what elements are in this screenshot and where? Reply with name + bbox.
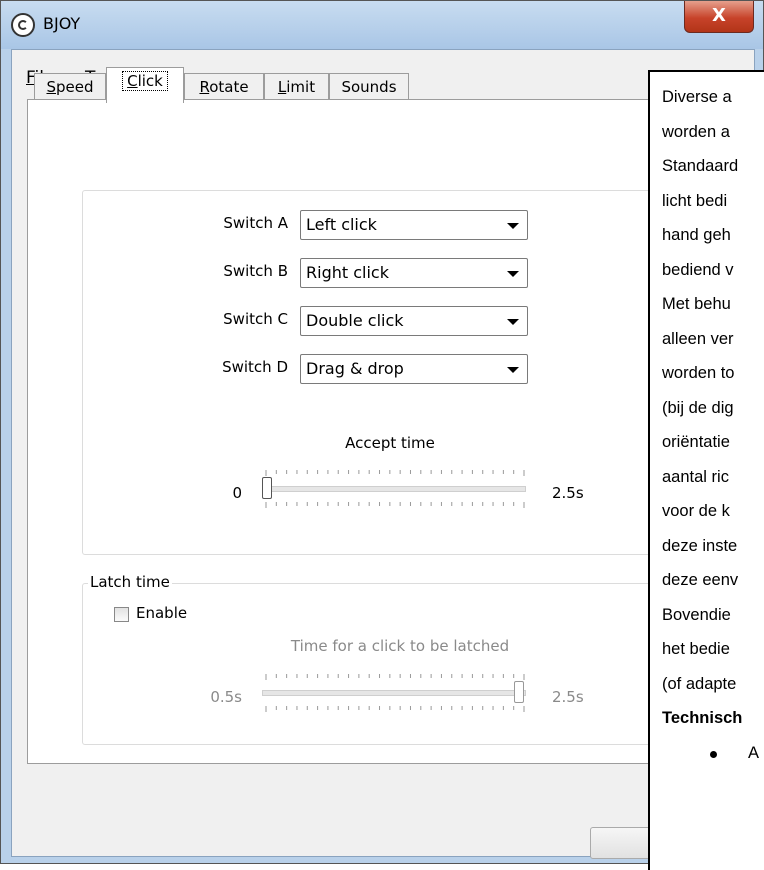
tab-speed-accel: S bbox=[46, 78, 57, 96]
latch-enable-label: Enable bbox=[136, 604, 188, 622]
latch-time-min: 0.5s bbox=[210, 688, 242, 706]
latch-time-ticks-bottom bbox=[265, 706, 525, 712]
latch-enable-checkbox[interactable] bbox=[114, 607, 129, 622]
chevron-down-icon bbox=[507, 319, 519, 325]
tab-limit-accel: L bbox=[277, 78, 287, 96]
document-text-line: worden a bbox=[662, 122, 730, 141]
chevron-down-icon bbox=[507, 271, 519, 277]
switch-a-label: Switch A bbox=[223, 214, 288, 232]
accept-time-max: 2.5s bbox=[552, 484, 584, 502]
switch-c-label: Switch C bbox=[223, 310, 288, 328]
tab-rotate-accel: R bbox=[199, 78, 210, 96]
latch-time-slider[interactable] bbox=[262, 674, 530, 714]
document-text-line: (of adapte bbox=[662, 674, 737, 693]
document-text-line: oriëntatie bbox=[662, 433, 730, 451]
switch-a-value: Left click bbox=[306, 215, 377, 234]
tab-sounds-label: Sounds bbox=[341, 78, 397, 96]
tab-rotate-label: otate bbox=[209, 78, 249, 96]
document-bullet-text: A bbox=[748, 743, 760, 762]
switch-c-select[interactable]: Double click bbox=[300, 306, 528, 336]
tab-limit-label: imit bbox=[286, 78, 316, 96]
title-bar[interactable]: BJOY X bbox=[1, 1, 763, 49]
document-text-line: Bovendie bbox=[662, 605, 731, 624]
tab-click[interactable]: Click bbox=[106, 67, 184, 103]
tab-speed-label: peed bbox=[56, 78, 94, 96]
window-title: BJOY bbox=[43, 14, 81, 33]
switch-b-select[interactable]: Right click bbox=[300, 258, 528, 288]
document-text-line: Standaard bbox=[662, 157, 739, 175]
document-text-line: deze eenv bbox=[662, 571, 739, 589]
switch-d-label: Switch D bbox=[222, 358, 288, 376]
document-heading-line: Technisch bbox=[662, 709, 743, 727]
latch-time-max: 2.5s bbox=[552, 688, 584, 706]
chevron-down-icon bbox=[507, 223, 519, 229]
document-text-line: aantal ric bbox=[662, 467, 729, 486]
tab-sounds[interactable]: Sounds bbox=[329, 73, 409, 101]
latch-time-group-label: Latch time bbox=[88, 573, 172, 591]
latch-slider-label: Time for a click to be latched bbox=[290, 637, 510, 655]
document-text-line: Met behu bbox=[662, 295, 731, 313]
latch-time-ticks-top bbox=[265, 674, 525, 680]
tab-rotate[interactable]: Rotate bbox=[184, 73, 264, 101]
document-text-line: (bij de dig bbox=[662, 398, 734, 417]
switch-d-select[interactable]: Drag & drop bbox=[300, 354, 528, 384]
accept-time-ticks-top bbox=[265, 470, 525, 476]
switch-c-value: Double click bbox=[306, 311, 404, 330]
bullet-icon bbox=[710, 750, 717, 758]
accept-time-thumb[interactable] bbox=[262, 477, 272, 499]
document-text-line: worden to bbox=[662, 364, 735, 382]
accept-time-label: Accept time bbox=[345, 434, 435, 452]
document-text-overlay: Diverse a worden a Standaard licht bedi hand… bbox=[648, 70, 764, 870]
tab-click-accel: C bbox=[127, 72, 138, 90]
tab-click-rest: lick bbox=[137, 72, 163, 90]
accept-time-slider[interactable] bbox=[262, 470, 530, 510]
tab-limit[interactable]: Limit bbox=[264, 73, 329, 101]
latch-time-thumb[interactable] bbox=[514, 681, 524, 703]
latch-time-track bbox=[262, 690, 526, 696]
switch-d-value: Drag & drop bbox=[306, 359, 404, 378]
switch-b-label: Switch B bbox=[223, 262, 288, 280]
accept-time-ticks-bottom bbox=[265, 502, 525, 508]
document-text-line: licht bedi bbox=[662, 191, 728, 210]
switch-a-select[interactable]: Left click bbox=[300, 210, 528, 240]
switch-b-value: Right click bbox=[306, 263, 389, 282]
document-text-line: alleen ver bbox=[662, 329, 734, 348]
close-button[interactable]: X bbox=[684, 1, 754, 33]
document-text-line: hand geh bbox=[662, 226, 731, 244]
chevron-down-icon bbox=[507, 367, 519, 373]
accept-time-min: 0 bbox=[232, 484, 242, 502]
tab-speed[interactable]: Speed bbox=[34, 73, 106, 101]
document-text-line: bediend v bbox=[662, 260, 734, 279]
document-text-line: Diverse a bbox=[662, 88, 732, 106]
app-logo-icon bbox=[11, 13, 35, 37]
document-text-line: voor de k bbox=[662, 502, 730, 520]
document-text-line: deze inste bbox=[662, 536, 738, 555]
tab-click-label: Click bbox=[122, 71, 168, 91]
document-text-line: het bedie bbox=[662, 640, 730, 658]
accept-time-track bbox=[262, 486, 526, 492]
